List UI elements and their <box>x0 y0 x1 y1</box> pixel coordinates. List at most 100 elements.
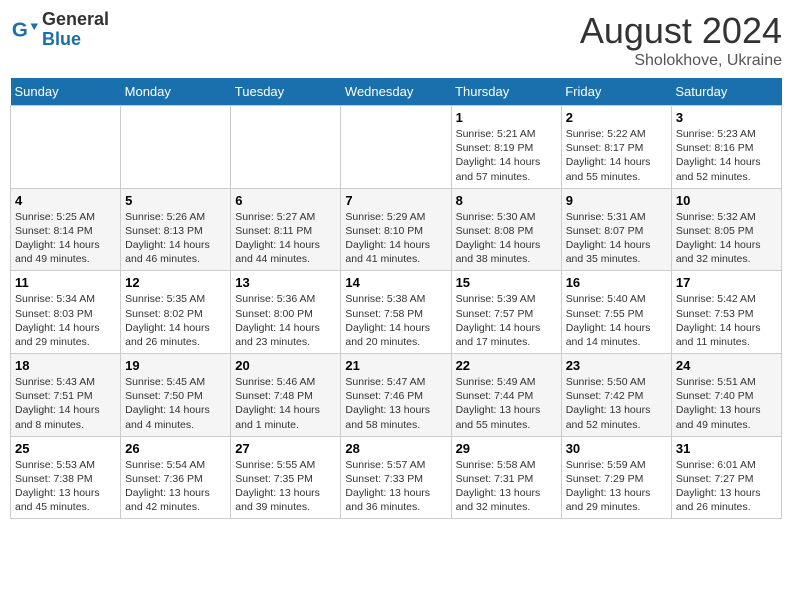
day-info: Sunrise: 6:01 AMSunset: 7:27 PMDaylight:… <box>676 458 777 515</box>
calendar-cell <box>231 106 341 189</box>
calendar-cell <box>11 106 121 189</box>
day-number: 21 <box>345 358 446 373</box>
day-number: 25 <box>15 441 116 456</box>
day-info: Sunrise: 5:40 AMSunset: 7:55 PMDaylight:… <box>566 292 667 349</box>
calendar-cell: 23Sunrise: 5:50 AMSunset: 7:42 PMDayligh… <box>561 354 671 437</box>
day-number: 6 <box>235 193 336 208</box>
day-info: Sunrise: 5:53 AMSunset: 7:38 PMDaylight:… <box>15 458 116 515</box>
day-number: 15 <box>456 275 557 290</box>
calendar-cell: 11 Sunrise: 5:34 AMSunset: 8:03 PMDayligh… <box>11 271 121 354</box>
day-info: Sunrise: 5:59 AMSunset: 7:29 PMDaylight:… <box>566 458 667 515</box>
day-info: Sunrise: 5:51 AMSunset: 7:40 PMDaylight:… <box>676 375 777 432</box>
calendar-cell: 25 Sunrise: 5:53 AMSunset: 7:38 PMDayligh… <box>11 436 121 519</box>
day-number: 5 <box>125 193 226 208</box>
day-info: Sunrise: 5:35 AMSunset: 8:02 PMDaylight:… <box>125 292 226 349</box>
weekday-header-saturday: Saturday <box>671 78 781 106</box>
day-number: 3 <box>676 110 777 125</box>
calendar-cell: 18 Sunrise: 5:43 AMSunset: 7:51 PMDayligh… <box>11 354 121 437</box>
week-row-5: 25 Sunrise: 5:53 AMSunset: 7:38 PMDayligh… <box>11 436 782 519</box>
day-number: 22 <box>456 358 557 373</box>
week-row-3: 11 Sunrise: 5:34 AMSunset: 8:03 PMDayligh… <box>11 271 782 354</box>
day-number: 19 <box>125 358 226 373</box>
day-number: 16 <box>566 275 667 290</box>
day-info: Sunrise: 5:29 AMSunset: 8:10 PMDaylight:… <box>345 210 446 267</box>
day-info: Sunrise: 5:49 AMSunset: 7:44 PMDaylight:… <box>456 375 557 432</box>
day-info: Sunrise: 5:26 AMSunset: 8:13 PMDaylight:… <box>125 210 226 267</box>
day-info: Sunrise: 5:43 AMSunset: 7:51 PMDaylight:… <box>15 375 116 432</box>
day-number: 31 <box>676 441 777 456</box>
day-number: 18 <box>15 358 116 373</box>
weekday-header-sunday: Sunday <box>11 78 121 106</box>
calendar-cell: 12 Sunrise: 5:35 AMSunset: 8:02 PMDayligh… <box>121 271 231 354</box>
day-info: Sunrise: 5:32 AMSunset: 8:05 PMDaylight:… <box>676 210 777 267</box>
calendar-cell: 20Sunrise: 5:46 AMSunset: 7:48 PMDayligh… <box>231 354 341 437</box>
calendar-body: 1 Sunrise: 5:21 AMSunset: 8:19 PMDaylight… <box>11 106 782 519</box>
day-number: 30 <box>566 441 667 456</box>
day-number: 1 <box>456 110 557 125</box>
calendar-table: SundayMondayTuesdayWednesdayThursdayFrid… <box>10 78 782 519</box>
calendar-cell <box>341 106 451 189</box>
calendar-cell: 6 Sunrise: 5:27 AMSunset: 8:11 PMDaylight… <box>231 188 341 271</box>
logo-text: General Blue <box>42 10 109 50</box>
week-row-1: 1 Sunrise: 5:21 AMSunset: 8:19 PMDaylight… <box>11 106 782 189</box>
calendar-cell <box>121 106 231 189</box>
day-info: Sunrise: 5:23 AMSunset: 8:16 PMDaylight:… <box>676 127 777 184</box>
week-row-4: 18 Sunrise: 5:43 AMSunset: 7:51 PMDayligh… <box>11 354 782 437</box>
day-number: 14 <box>345 275 446 290</box>
calendar-cell: 8 Sunrise: 5:30 AMSunset: 8:08 PMDaylight… <box>451 188 561 271</box>
day-info: Sunrise: 5:58 AMSunset: 7:31 PMDaylight:… <box>456 458 557 515</box>
day-number: 28 <box>345 441 446 456</box>
calendar-cell: 5 Sunrise: 5:26 AMSunset: 8:13 PMDaylight… <box>121 188 231 271</box>
day-number: 9 <box>566 193 667 208</box>
day-number: 7 <box>345 193 446 208</box>
svg-text:G: G <box>12 18 28 41</box>
day-info: Sunrise: 5:38 AMSunset: 7:58 PMDaylight:… <box>345 292 446 349</box>
day-info: Sunrise: 5:55 AMSunset: 7:35 PMDaylight:… <box>235 458 336 515</box>
weekday-header-tuesday: Tuesday <box>231 78 341 106</box>
day-info: Sunrise: 5:31 AMSunset: 8:07 PMDaylight:… <box>566 210 667 267</box>
calendar-cell: 7 Sunrise: 5:29 AMSunset: 8:10 PMDaylight… <box>341 188 451 271</box>
logo-blue: Blue <box>42 29 81 49</box>
calendar-cell: 9 Sunrise: 5:31 AMSunset: 8:07 PMDaylight… <box>561 188 671 271</box>
day-info: Sunrise: 5:39 AMSunset: 7:57 PMDaylight:… <box>456 292 557 349</box>
day-info: Sunrise: 5:50 AMSunset: 7:42 PMDaylight:… <box>566 375 667 432</box>
day-number: 4 <box>15 193 116 208</box>
day-info: Sunrise: 5:57 AMSunset: 7:33 PMDaylight:… <box>345 458 446 515</box>
page-header: G General Blue August 2024 Sholokhove, U… <box>10 10 782 70</box>
logo-general: General <box>42 9 109 29</box>
calendar-cell: 27Sunrise: 5:55 AMSunset: 7:35 PMDayligh… <box>231 436 341 519</box>
day-info: Sunrise: 5:42 AMSunset: 7:53 PMDaylight:… <box>676 292 777 349</box>
day-info: Sunrise: 5:21 AMSunset: 8:19 PMDaylight:… <box>456 127 557 184</box>
weekday-header-thursday: Thursday <box>451 78 561 106</box>
weekday-header-friday: Friday <box>561 78 671 106</box>
day-number: 26 <box>125 441 226 456</box>
day-number: 10 <box>676 193 777 208</box>
day-info: Sunrise: 5:27 AMSunset: 8:11 PMDaylight:… <box>235 210 336 267</box>
calendar-cell: 4 Sunrise: 5:25 AMSunset: 8:14 PMDaylight… <box>11 188 121 271</box>
day-number: 11 <box>15 275 116 290</box>
calendar-cell: 29 Sunrise: 5:58 AMSunset: 7:31 PMDayligh… <box>451 436 561 519</box>
day-number: 24 <box>676 358 777 373</box>
calendar-cell: 30 Sunrise: 5:59 AMSunset: 7:29 PMDayligh… <box>561 436 671 519</box>
month-year: August 2024 <box>580 10 782 52</box>
day-info: Sunrise: 5:30 AMSunset: 8:08 PMDaylight:… <box>456 210 557 267</box>
day-info: Sunrise: 5:34 AMSunset: 8:03 PMDaylight:… <box>15 292 116 349</box>
day-info: Sunrise: 5:22 AMSunset: 8:17 PMDaylight:… <box>566 127 667 184</box>
calendar-cell: 1 Sunrise: 5:21 AMSunset: 8:19 PMDaylight… <box>451 106 561 189</box>
day-info: Sunrise: 5:45 AMSunset: 7:50 PMDaylight:… <box>125 375 226 432</box>
calendar-cell: 3 Sunrise: 5:23 AMSunset: 8:16 PMDaylight… <box>671 106 781 189</box>
day-info: Sunrise: 5:54 AMSunset: 7:36 PMDaylight:… <box>125 458 226 515</box>
calendar-cell: 26 Sunrise: 5:54 AMSunset: 7:36 PMDayligh… <box>121 436 231 519</box>
day-number: 2 <box>566 110 667 125</box>
day-number: 12 <box>125 275 226 290</box>
day-info: Sunrise: 5:25 AMSunset: 8:14 PMDaylight:… <box>15 210 116 267</box>
day-info: Sunrise: 5:36 AMSunset: 8:00 PMDaylight:… <box>235 292 336 349</box>
day-info: Sunrise: 5:47 AMSunset: 7:46 PMDaylight:… <box>345 375 446 432</box>
day-info: Sunrise: 5:46 AMSunset: 7:48 PMDaylight:… <box>235 375 336 432</box>
weekday-header-monday: Monday <box>121 78 231 106</box>
calendar-cell: 2 Sunrise: 5:22 AMSunset: 8:17 PMDaylight… <box>561 106 671 189</box>
day-number: 17 <box>676 275 777 290</box>
day-number: 29 <box>456 441 557 456</box>
day-number: 8 <box>456 193 557 208</box>
calendar-cell: 28 Sunrise: 5:57 AMSunset: 7:33 PMDayligh… <box>341 436 451 519</box>
